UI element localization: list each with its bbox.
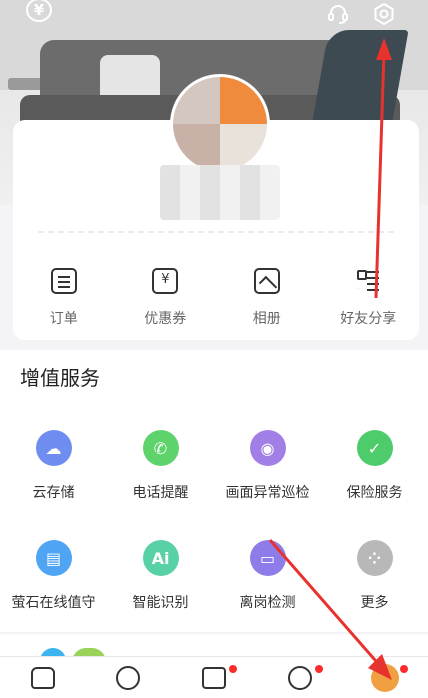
service-label: 保险服务 <box>346 485 403 501</box>
share-icon <box>355 268 381 294</box>
service-label: 智能识别 <box>132 595 189 611</box>
shield-icon: ✓ <box>356 430 393 466</box>
service-leave-detection[interactable]: ▭ 离岗检测 <box>214 540 321 612</box>
tab-mall[interactable] <box>199 663 237 693</box>
tab-me[interactable] <box>370 663 409 693</box>
cloud-icon: ☁ <box>35 430 72 466</box>
service-insurance[interactable]: ✓ 保险服务 <box>321 430 428 502</box>
more-icon: ⁘ <box>356 540 393 576</box>
service-cloud-storage[interactable]: ☁ 云存储 <box>0 430 107 502</box>
service-more[interactable]: ⁘ 更多 <box>321 540 428 612</box>
service-smart-recognition[interactable]: Ai 智能识别 <box>107 540 214 612</box>
camera-check-icon: ◉ <box>249 430 286 466</box>
section-title: 增值服务 <box>20 366 100 390</box>
service-label: 更多 <box>360 595 389 611</box>
discover-icon <box>287 665 312 690</box>
settings-icon[interactable] <box>370 0 398 28</box>
service-anomaly-inspection[interactable]: ◉ 画面异常巡检 <box>214 430 321 502</box>
shortcut-label: 订单 <box>49 311 78 327</box>
bottom-tabbar <box>0 656 428 698</box>
me-icon <box>371 663 400 692</box>
flash-icon <box>116 665 141 690</box>
value-added-services: 增值服务 ☁ 云存储 ✆ 电话提醒 ◉ 画面异常巡检 ✓ 保险服务 ▤ 萤石在线… <box>0 350 428 632</box>
album-icon <box>253 268 280 294</box>
ai-icon: Ai <box>142 540 179 576</box>
store-icon: ▤ <box>35 540 72 576</box>
notification-dot <box>400 664 409 673</box>
service-label: 云存储 <box>32 485 75 501</box>
service-label: 离岗检测 <box>239 595 296 611</box>
notification-dot <box>228 664 237 673</box>
avatar[interactable] <box>170 74 270 174</box>
tab-discover[interactable] <box>285 663 323 693</box>
next-section-peek <box>0 634 428 662</box>
service-label: 电话提醒 <box>132 485 189 501</box>
service-online-guard[interactable]: ▤ 萤石在线值守 <box>0 540 107 612</box>
notification-dot <box>314 664 323 673</box>
monitor-icon: ▭ <box>249 540 286 576</box>
order-icon <box>50 268 77 294</box>
service-label: 萤石在线值守 <box>11 595 96 611</box>
shortcut-row: 订单 优惠券 相册 好友分享 <box>13 260 419 328</box>
shortcut-label: 好友分享 <box>340 311 397 327</box>
shortcut-album[interactable]: 相册 <box>216 260 317 328</box>
phone-icon: ✆ <box>142 430 179 466</box>
services-grid: ☁ 云存储 ✆ 电话提醒 ◉ 画面异常巡检 ✓ 保险服务 ▤ 萤石在线值守 Ai… <box>0 430 428 612</box>
service-label: 画面异常巡检 <box>225 485 310 501</box>
shortcut-share[interactable]: 好友分享 <box>318 260 419 328</box>
shortcut-coupons[interactable]: 优惠券 <box>115 260 216 328</box>
shortcut-orders[interactable]: 订单 <box>13 260 114 328</box>
tab-home[interactable] <box>28 663 58 693</box>
bag-icon <box>201 666 226 689</box>
shortcut-label: 相册 <box>252 311 281 327</box>
tab-flash[interactable] <box>113 663 143 693</box>
shortcut-label: 优惠券 <box>144 311 187 327</box>
username-blurred <box>160 165 280 220</box>
divider <box>38 231 394 233</box>
home-icon <box>30 666 55 689</box>
service-phone-reminder[interactable]: ✆ 电话提醒 <box>107 430 214 502</box>
coupon-icon <box>152 268 179 294</box>
headset-icon[interactable] <box>324 0 352 28</box>
